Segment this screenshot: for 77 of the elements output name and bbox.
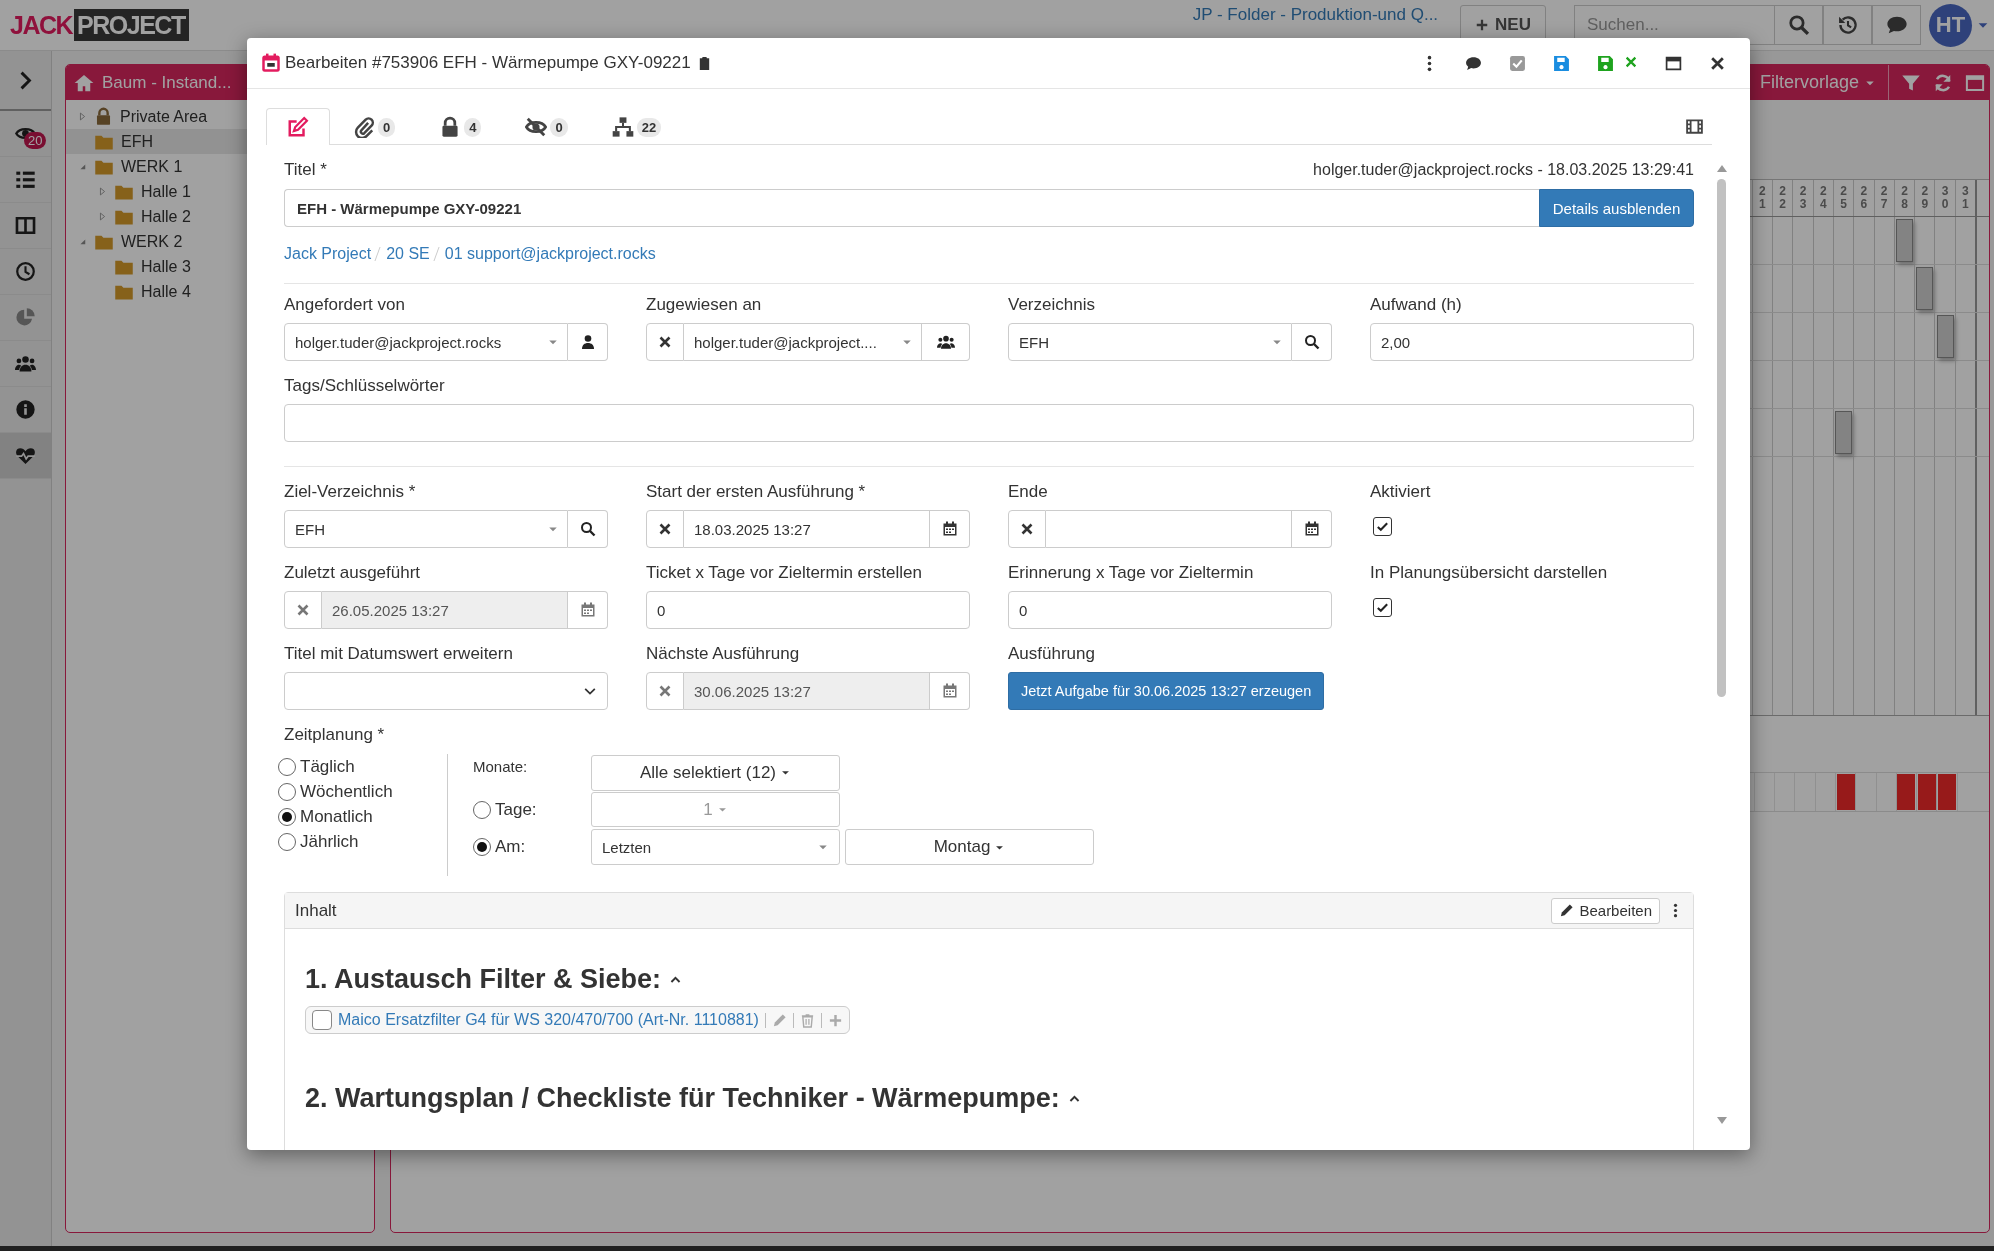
select-field[interactable]: holger.tuder@jackproject.rocks [284,323,568,361]
field-label: Erinnerung x Tage vor Zieltermin [1008,562,1255,584]
field-label: Titel mit Datumswert erweitern [284,643,514,665]
tree-label[interactable]: Private Area [120,107,208,126]
field-label: Zugewiesen an [646,294,763,316]
select-field[interactable]: EFH [1008,323,1292,361]
day-label: 22 [1779,184,1786,212]
weekday-dropdown[interactable]: Montag [845,829,1094,865]
field-label: Monate: [473,758,529,775]
months-dropdown[interactable]: Alle selektiert (12) [591,754,840,791]
field-label: Angefordert von [284,294,406,316]
select-field[interactable]: EFH [284,510,568,548]
day-label: 24 [1819,184,1827,212]
panel-title: Baum - Instand... [102,72,232,93]
day-label: 26 [1860,184,1868,212]
breadcrumb-link[interactable]: 01 support@jackproject.rocks [444,245,656,263]
select-field[interactable]: holger.tuder@jackproject.... [684,323,922,361]
field-label: Aktiviert [1370,481,1432,503]
field-label: Titel * [284,159,327,181]
select-field[interactable]: Letzten [591,829,840,865]
tree-label[interactable]: Halle 2 [141,207,191,226]
breadcrumb-link[interactable]: 20 SE [386,245,430,263]
field-label: Ticket x Tage vor Zieltermin erstellen [646,562,923,584]
section-heading: 1. Austausch Filter & Siebe: [305,963,662,995]
field-label: Nächste Ausführung [646,643,801,665]
field-label: Zeitplanung * [284,724,386,746]
section-heading: 2. Wartungsplan / Checkliste für Techniker - Wärmepumpe: [305,1082,1060,1114]
field-label: Ziel-Verzeichnis * [284,481,417,503]
folder-link[interactable]: JP - Folder - Produktion-und Q... [1192,5,1439,25]
filter-template-dropdown[interactable]: Filtervorlage [1759,72,1876,93]
details-button[interactable]: Details ausblenden [1539,189,1694,227]
radio-label[interactable]: Wöchentlich [300,781,393,802]
count-badge: 20 [24,132,47,149]
tree-label[interactable]: WERK 1 [121,157,183,176]
tree-label[interactable]: Halle 4 [141,282,191,301]
edit-button[interactable]: Bearbeiten [1551,897,1660,924]
tree-label[interactable]: EFH [121,132,153,151]
field-label: Aufwand (h) [1370,294,1463,316]
tab[interactable]: 22 [590,108,683,145]
radio-label[interactable]: Am: [495,837,526,857]
field-label: In Planungsübersicht darstellen [1370,562,1609,584]
radio-label[interactable]: Monatlich [300,806,373,827]
field-label: Zuletzt ausgeführt [284,562,422,584]
field-label: Start der ersten Ausführung * [646,481,867,503]
day-label: 28 [1901,184,1908,212]
input-field[interactable]: 2,00 [1370,323,1694,361]
radio-label[interactable]: Tage: [495,799,537,820]
panel-title: Inhalt [295,900,337,921]
day-label: 27 [1880,184,1888,212]
field-label: Ausführung [1008,643,1096,665]
item-link[interactable]: Maico Ersatzfilter G4 für WS 320/470/700 (Art-Nr. 1110881) [338,1011,759,1029]
breadcrumb-link[interactable]: Jack Project [284,245,372,263]
input-field[interactable]: 0 [1008,591,1332,629]
field-label: Ende [1008,481,1049,503]
tab[interactable]: 0 [504,108,589,145]
field-label: Verzeichnis [1008,294,1096,316]
tree-label[interactable]: WERK 2 [121,232,183,251]
date-field[interactable]: 18.03.2025 13:27 [684,510,930,548]
sidebar-item[interactable]: 20 [0,111,51,157]
tab[interactable]: 4 [418,108,503,145]
day-label: 25 [1840,184,1847,212]
day-label: 30 [1941,184,1949,212]
dialog-title: Bearbeiten #753906 EFH - Wärmepumpe GXY-09221 [285,53,691,73]
title-field[interactable]: EFH - Wärmepumpe GXY-09221 [284,189,1539,227]
day-label: 21 [1759,184,1766,212]
day-label: 29 [1921,184,1929,212]
radio-label[interactable]: Jährlich [300,831,359,852]
tree-label[interactable]: Halle 3 [141,257,191,276]
author-timestamp: holger.tuder@jackproject.rocks - 18.03.2025 13:29:41 [1313,161,1694,179]
tree-label[interactable]: Halle 1 [141,182,191,201]
input-field[interactable]: 0 [646,591,970,629]
avatar[interactable]: HT [1929,3,1972,47]
field-label: Tags/Schlüsselwörter [284,375,446,397]
create-task-button[interactable]: Jetzt Aufgabe für 30.06.2025 13:27 erzeugen [1008,672,1325,710]
radio-label[interactable]: Täglich [300,756,355,777]
day-label: 23 [1799,184,1807,212]
day-label: 31 [1962,184,1969,212]
